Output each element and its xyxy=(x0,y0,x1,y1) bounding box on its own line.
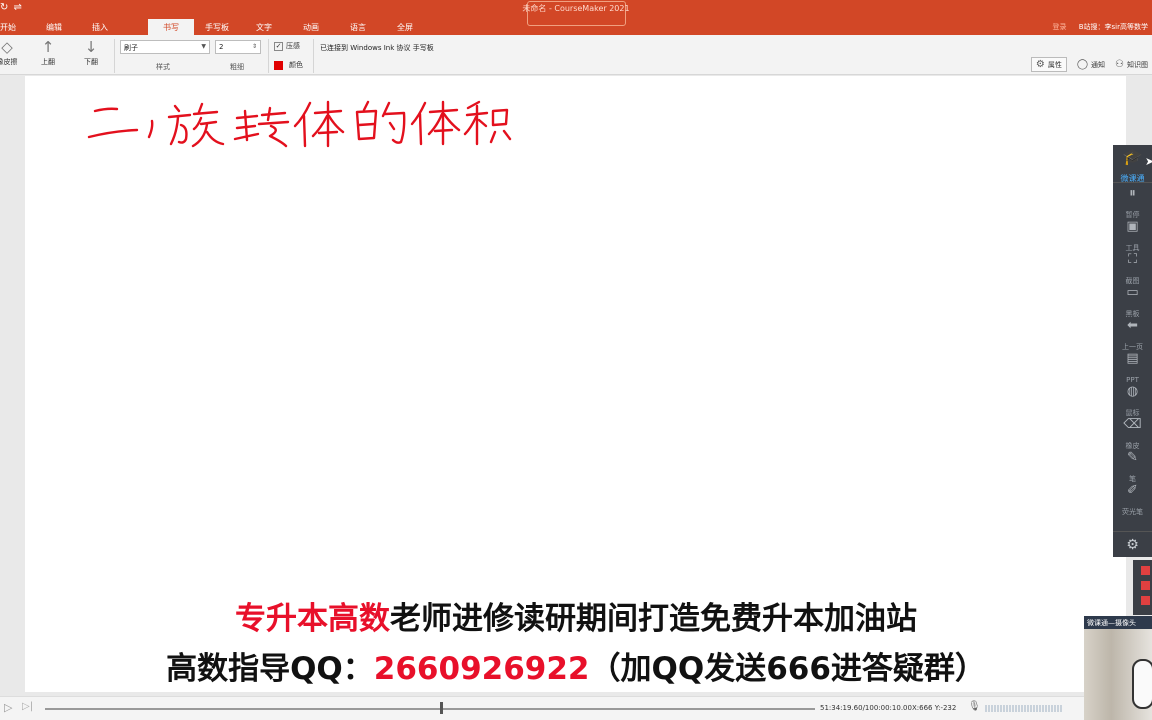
menu-animation[interactable]: 动画 xyxy=(288,19,334,35)
side-item-blackboard[interactable]: ▭ 黑板 xyxy=(1113,282,1152,318)
eraser-icon: ◇ xyxy=(1,38,13,56)
timecode: 51:34:19.60/100:00:10.00 xyxy=(820,704,912,712)
account-name: B站搜：李sir高等数学 xyxy=(1078,23,1148,31)
side-item-label: 荧光笔 xyxy=(1122,508,1143,516)
menu-tablet[interactable]: 手写板 xyxy=(194,19,240,35)
pen-icon: ✎ xyxy=(1127,450,1138,465)
arrow-up-icon: ↑ xyxy=(41,38,55,56)
subtitle-qq-number: 2660926922 xyxy=(373,651,590,687)
menu-insert[interactable]: 插入 xyxy=(92,19,108,35)
page-down-label: 下翻 xyxy=(84,58,98,66)
side-item-tools[interactable]: ▣ 工具 xyxy=(1113,216,1152,252)
login-link[interactable]: 登录 xyxy=(1052,23,1066,31)
checkbox-checked-icon: ✓ xyxy=(274,41,283,51)
menu-fullscreen[interactable]: 全屏 xyxy=(382,19,428,35)
subtitle-line-1: 专升本高数老师进修读研期间打造免费升本加油站 xyxy=(0,593,1152,638)
subtitle-text: 老师进修读研期间打造免费升本加油站 xyxy=(390,601,917,637)
ribbon-separator xyxy=(313,39,314,73)
app-window: ↻ ⇌ 未命名 - CourseMaker 2021 开始 编辑 插入 书写 手… xyxy=(0,0,1152,720)
brush-style-select[interactable]: 刷子 ▼ xyxy=(120,40,210,54)
highlighter-icon: ✐ xyxy=(1127,483,1138,498)
menu-text[interactable]: 文字 xyxy=(240,19,288,35)
mouse-icon: ◍ xyxy=(1126,384,1139,399)
side-item-eraser[interactable]: ⌫ 橡皮 xyxy=(1113,414,1152,450)
chat-bubble-icon: ◯ xyxy=(1076,59,1089,70)
side-item-highlighter[interactable]: ✐ 荧光笔 xyxy=(1113,480,1152,516)
menu-bar: 开始 编辑 插入 书写 手写板 文字 动画 语言 全屏 xyxy=(0,19,428,35)
color-picker-button[interactable]: 颜色 xyxy=(274,60,303,70)
ppt-icon: ▤ xyxy=(1126,351,1139,366)
microphone-icon[interactable]: 🎙 xyxy=(968,701,981,712)
mouse-cursor-icon: ➤ xyxy=(1145,155,1152,168)
width-value: 2 xyxy=(219,43,224,51)
knowledge-label: 知识图 xyxy=(1127,60,1148,69)
pause-icon: ⏸ xyxy=(1129,186,1136,201)
arrow-left-icon: ⬅ xyxy=(1127,318,1138,333)
knowledge-graph-button[interactable]: ⚇ 知识图 xyxy=(1115,57,1148,72)
page-down-button[interactable]: ↓ 下翻 xyxy=(76,37,106,67)
color-swatch xyxy=(274,60,283,70)
brush-style-value: 刷子 xyxy=(124,44,138,52)
properties-button[interactable]: ⚙ 属性 xyxy=(1030,57,1067,72)
page-up-label: 上翻 xyxy=(41,58,55,66)
next-frame-icon[interactable]: ▷| xyxy=(22,701,33,712)
subtitle-text: 高数指导QQ： xyxy=(166,651,374,687)
knowledge-graph-icon: ⚇ xyxy=(1115,59,1124,70)
ink-status-message: 已连接到 Windows Ink 协议 手写板 xyxy=(320,44,434,52)
pressure-label: 压感 xyxy=(286,42,300,50)
menu-write[interactable]: 书写 xyxy=(148,19,194,35)
audio-level-meter xyxy=(985,705,1063,712)
menu-voice[interactable]: 语言 xyxy=(334,19,382,35)
side-item-ppt[interactable]: ▤ PPT xyxy=(1113,348,1152,384)
eraser-button[interactable]: ◇ 橡皮擦 xyxy=(0,37,22,67)
side-settings-gear-icon[interactable]: ⚙ xyxy=(1113,531,1152,557)
cursor-coordinates: X:666 Y:-232 xyxy=(912,704,957,712)
play-icon[interactable]: ▷ xyxy=(4,701,12,714)
subtitle-line-2: 高数指导QQ：2660926922（加QQ发送666进答疑群） xyxy=(0,643,1152,688)
ribbon-right-tools: ⚙ 属性 ◯ 通知 ⚇ 知识图 xyxy=(1030,57,1148,72)
menu-edit[interactable]: 编辑 xyxy=(16,19,92,35)
menu-start[interactable]: 开始 xyxy=(0,19,16,35)
width-group-label: 粗细 xyxy=(230,63,244,71)
side-item-pause[interactable]: ⏸ 暂停 xyxy=(1113,183,1152,219)
style-group-label: 样式 xyxy=(156,63,170,71)
eraser-icon: ⌫ xyxy=(1123,417,1142,432)
color-label: 颜色 xyxy=(289,61,303,69)
arrow-down-icon: ↓ xyxy=(84,38,98,56)
notify-label: 通知 xyxy=(1091,60,1106,69)
screenshot-icon: ⛶ xyxy=(1127,252,1138,267)
page-up-button[interactable]: ↑ 上翻 xyxy=(33,37,63,67)
gear-icon: ⚙ xyxy=(1035,59,1045,70)
title-bar: ↻ ⇌ 未命名 - CourseMaker 2021 开始 编辑 插入 书写 手… xyxy=(0,0,1152,35)
timeline-playhead[interactable] xyxy=(439,702,443,714)
handwritten-heading xyxy=(87,100,512,148)
properties-label: 属性 xyxy=(1047,60,1062,69)
ribbon-toolbar: ◇ 橡皮擦 ↑ 上翻 ↓ 下翻 刷子 ▼ 样式 2 ⇕ 粗细 ✓压感 颜色 xyxy=(0,35,1152,75)
side-item-pen[interactable]: ✎ 笔 xyxy=(1113,447,1152,483)
timeline-bar: ▷ ▷| 51:34:19.60/100:00:10.00 X:666 Y:-2… xyxy=(0,696,1084,720)
notify-button[interactable]: ◯ 通知 xyxy=(1077,57,1105,72)
side-brand-label: 微课通 xyxy=(1120,174,1145,183)
pressure-checkbox[interactable]: ✓ 压感 xyxy=(274,41,300,51)
toolbox-icon: ▣ xyxy=(1126,219,1139,234)
dropdown-arrow-icon: ▼ xyxy=(201,43,206,50)
subtitle-highlight: 专升本高数 xyxy=(235,601,390,637)
side-item-prev-page[interactable]: ⬅ 上一页 xyxy=(1113,315,1152,351)
stepper-arrows-icon[interactable]: ⇕ xyxy=(252,43,257,50)
ribbon-separator xyxy=(114,39,115,73)
blackboard-icon: ▭ xyxy=(1126,285,1139,300)
account-area[interactable]: 登录 B站搜：李sir高等数学 xyxy=(1052,22,1148,32)
side-item-screenshot[interactable]: ⛶ 截图 xyxy=(1113,249,1152,285)
timeline-track[interactable] xyxy=(45,708,815,710)
side-toolbar: 🎓 微课通 ⏸ 暂停 ▣ 工具 ⛶ 截图 ▭ 黑板 ⬅ 上一页 ▤ PPT ◍ 鼠标 ⌫ 橡皮 … xyxy=(1113,145,1152,557)
side-items: ⏸ 暂停 ▣ 工具 ⛶ 截图 ▭ 黑板 ⬅ 上一页 ▤ PPT ◍ 鼠标 ⌫ 橡皮 ✎ 笔 ✐ 荧光… xyxy=(1113,183,1152,516)
eraser-label: 橡皮擦 xyxy=(0,58,18,66)
ribbon-separator xyxy=(268,39,269,73)
window-title: 未命名 - CourseMaker 2021 xyxy=(522,4,630,13)
subtitle-text: （加QQ发送666进答疑群） xyxy=(589,651,986,687)
side-item-mouse[interactable]: ◍ 鼠标 xyxy=(1113,381,1152,417)
width-stepper[interactable]: 2 ⇕ xyxy=(215,40,261,54)
